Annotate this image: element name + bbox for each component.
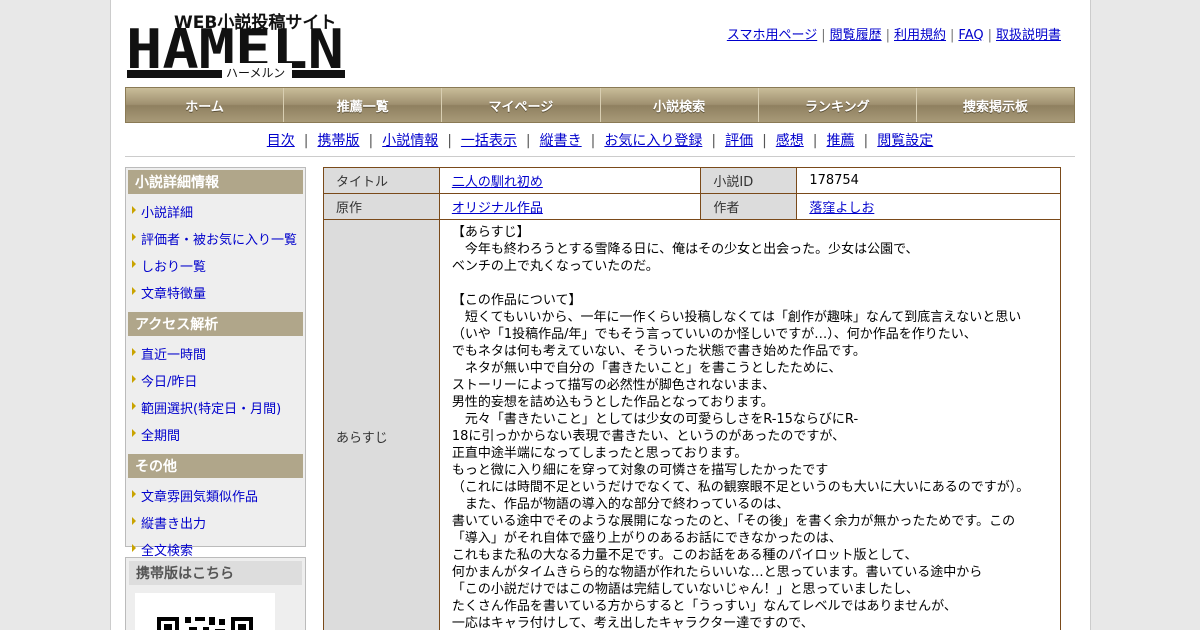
divider xyxy=(125,156,1075,157)
toplink-smartphone[interactable]: スマホ用ページ xyxy=(727,28,817,43)
sidebar-list: 文章雰囲気類似作品 縦書き出力 全文検索 xyxy=(128,482,303,563)
sidebar-list: 直近一時間 今日/昨日 範囲選択(特定日・月間) 全期間 xyxy=(128,340,303,448)
sidebar-item: 評価者・被お気に入り一覧 xyxy=(128,225,303,252)
sidebar-item: 小説詳細 xyxy=(128,198,303,225)
sub-nav: 目次 | 携帯版 | 小説情報 | 一括表示 | 縦書き | お気に入り登録 | 評価 | 感想 | 推薦 | 閲覧… xyxy=(125,130,1075,150)
gnav-search[interactable]: 小説検索 xyxy=(600,88,759,122)
sidebar-item: 全期間 xyxy=(128,421,303,448)
author-cell: 落窪よしお xyxy=(796,193,1061,220)
subnav-all[interactable]: 一括表示 xyxy=(461,133,517,149)
separator: | xyxy=(821,28,826,43)
title-label: タイトル xyxy=(323,167,440,194)
sidebar-item: 縦書き出力 xyxy=(128,509,303,536)
gnav-mypage[interactable]: マイページ xyxy=(442,88,601,122)
author-label: 作者 xyxy=(700,193,798,220)
hameln-logo: WEB小説投稿サイト HAMELN ハーメルン xyxy=(126,12,345,81)
sidebar-link-all-time[interactable]: 全期間 xyxy=(141,429,180,444)
top-links: スマホ用ページ | 閲覧履歴 | 利用規約 | FAQ | 取扱説明書 xyxy=(727,24,1061,43)
table-row: タイトル 二人の馴れ初め 小説ID 178754 xyxy=(323,167,1061,194)
table-row: あらすじ 【あらすじ】 今年も終わろうとする雪降る日に、俺はその少女と出会った。… xyxy=(323,219,1062,630)
sidebar-link-raters[interactable]: 評価者・被お気に入り一覧 xyxy=(141,233,297,248)
subnav-info[interactable]: 小説情報 xyxy=(382,133,438,149)
subnav-rating[interactable]: 評価 xyxy=(725,133,753,149)
title-cell: 二人の馴れ初め xyxy=(438,167,702,194)
table-row: 原作 オリジナル作品 作者 落窪よしお xyxy=(323,193,1061,220)
separator: | xyxy=(863,133,869,149)
site-logo[interactable]: WEB小説投稿サイト HAMELN ハーメルン xyxy=(126,8,346,82)
separator: | xyxy=(303,133,309,149)
sidebar-list: 小説詳細 評価者・被お気に入り一覧 しおり一覧 文章特徴量 xyxy=(128,198,303,306)
sidebar-link-bookmarks[interactable]: しおり一覧 xyxy=(141,260,206,275)
sidebar-item: 直近一時間 xyxy=(128,340,303,367)
sidebar-link-detail[interactable]: 小説詳細 xyxy=(141,206,193,221)
subnav-review[interactable]: 感想 xyxy=(776,133,804,149)
sidebar-link-last-hour[interactable]: 直近一時間 xyxy=(141,348,206,363)
sidebar-section-title: アクセス解析 xyxy=(128,312,303,336)
sidebar-section-title: その他 xyxy=(128,454,303,478)
separator: | xyxy=(368,133,374,149)
gnav-board[interactable]: 捜索掲示板 xyxy=(916,88,1075,122)
separator: | xyxy=(812,133,818,149)
separator: | xyxy=(590,133,596,149)
toplink-manual[interactable]: 取扱説明書 xyxy=(996,28,1061,43)
qr-code xyxy=(135,593,275,630)
subnav-favorite[interactable]: お気に入り登録 xyxy=(604,133,702,149)
subnav-vertical[interactable]: 縦書き xyxy=(540,133,582,149)
author-link[interactable]: 落窪よしお xyxy=(809,201,874,216)
novel-info-table: タイトル 二人の馴れ初め 小説ID 178754 原作 オリジナル作品 作者 落… xyxy=(323,167,1062,630)
sidebar-link-today[interactable]: 今日/昨日 xyxy=(141,375,197,390)
toplink-faq[interactable]: FAQ xyxy=(958,28,983,43)
subnav-mobile[interactable]: 携帯版 xyxy=(317,133,359,149)
sidebar-item: 今日/昨日 xyxy=(128,367,303,394)
novel-id-value: 178754 xyxy=(796,167,1061,194)
gnav-ranking[interactable]: ランキング xyxy=(758,88,917,122)
separator: | xyxy=(885,28,890,43)
sidebar-link-features[interactable]: 文章特徴量 xyxy=(141,287,206,302)
sidebar: 小説詳細情報 小説詳細 評価者・被お気に入り一覧 しおり一覧 文章特徴量 アクセ… xyxy=(125,167,306,559)
gnav-home[interactable]: ホーム xyxy=(126,88,285,122)
sidebar-link-range[interactable]: 範囲選択(特定日・月間) xyxy=(141,402,281,417)
novel-title-link[interactable]: 二人の馴れ初め xyxy=(452,175,543,190)
global-nav: ホーム 推薦一覧 マイページ 小説検索 ランキング 捜索掲示板 xyxy=(125,87,1075,123)
mobile-box-title: 携帯版はこちら xyxy=(129,561,302,585)
origin-link[interactable]: オリジナル作品 xyxy=(452,201,543,216)
sidebar-item: 文章雰囲気類似作品 xyxy=(128,482,303,509)
separator: | xyxy=(987,28,992,43)
qr-code-graphic xyxy=(157,617,253,630)
sidebar-link-similar[interactable]: 文章雰囲気類似作品 xyxy=(141,490,258,505)
separator: | xyxy=(762,133,767,149)
separator: | xyxy=(711,133,717,149)
separator: | xyxy=(447,133,452,149)
sidebar-link-vertical-output[interactable]: 縦書き出力 xyxy=(141,517,206,532)
subnav-toc[interactable]: 目次 xyxy=(267,133,295,149)
origin-label: 原作 xyxy=(323,193,440,220)
gnav-recommend[interactable]: 推薦一覧 xyxy=(284,88,443,122)
origin-cell: オリジナル作品 xyxy=(438,193,702,220)
sidebar-item: 範囲選択(特定日・月間) xyxy=(128,394,303,421)
logo-kana: ハーメルン xyxy=(226,66,285,80)
toplink-terms[interactable]: 利用規約 xyxy=(894,28,946,43)
sidebar-item: 文章特徴量 xyxy=(128,279,303,306)
subnav-settings[interactable]: 閲覧設定 xyxy=(877,133,933,149)
mobile-box: 携帯版はこちら xyxy=(125,557,306,630)
novel-id-label: 小説ID xyxy=(700,167,798,194)
separator: | xyxy=(525,133,531,149)
sidebar-item: しおり一覧 xyxy=(128,252,303,279)
separator: | xyxy=(950,28,955,43)
page: WEB小説投稿サイト HAMELN ハーメルン スマホ用ページ | 閲覧履歴 | 利用規… xyxy=(110,0,1091,630)
toplink-history[interactable]: 閲覧履歴 xyxy=(830,28,882,43)
subnav-recommend[interactable]: 推薦 xyxy=(827,133,855,149)
synopsis-label: あらすじ xyxy=(323,219,440,630)
synopsis-text: 【あらすじ】 今年も終わろうとする雪降る日に、俺はその少女と出会った。少女は公園… xyxy=(438,219,1062,630)
sidebar-section-title: 小説詳細情報 xyxy=(128,170,303,194)
